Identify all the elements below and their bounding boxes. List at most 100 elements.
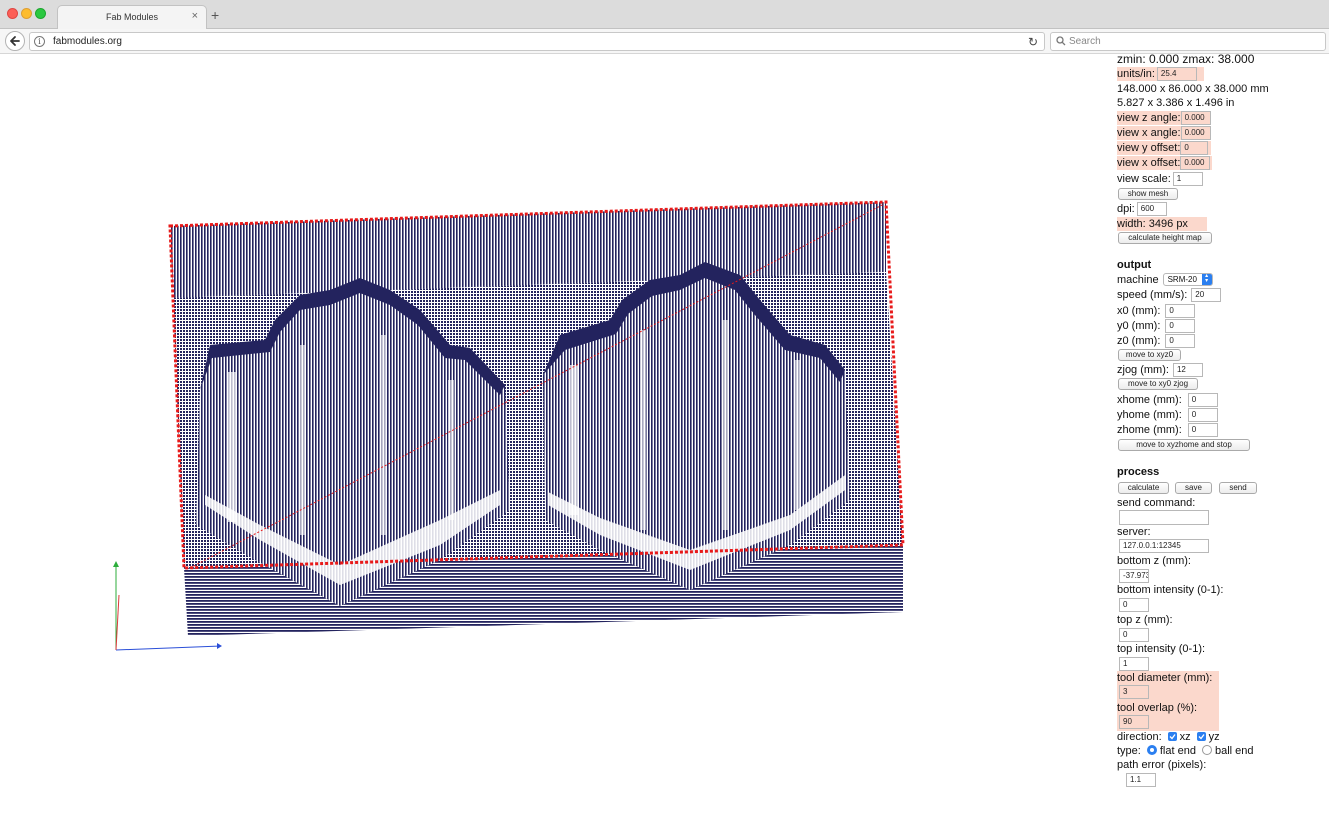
show-mesh-button[interactable]: show mesh xyxy=(1118,188,1178,200)
navigation-bar: i fabmodules.org ↻ xyxy=(0,29,1329,54)
dpi-input[interactable]: 600 xyxy=(1136,202,1167,216)
dpi-row: dpi: 600 xyxy=(1117,202,1167,216)
close-window-icon[interactable] xyxy=(7,8,18,19)
output-heading: output xyxy=(1117,259,1152,271)
tool-diameter-input[interactable]: 3 xyxy=(1119,685,1149,699)
ball-end-radio[interactable] xyxy=(1201,745,1212,756)
calculate-height-map-button[interactable]: calculate height map xyxy=(1118,232,1212,244)
bottom-intensity-input[interactable]: 0 xyxy=(1119,598,1149,612)
new-tab-icon[interactable]: + xyxy=(211,7,219,23)
tool-overlap-input[interactable]: 90 xyxy=(1119,715,1149,729)
back-arrow-icon xyxy=(10,36,20,46)
view-y-offset-label: view y offset: xyxy=(1117,142,1181,154)
machine-select[interactable]: SRM-20 ▴ ▾ xyxy=(1162,273,1213,286)
type-label: type: xyxy=(1117,745,1141,757)
tool-overlap-label: tool overlap (%): xyxy=(1117,701,1219,715)
select-arrows-icon: ▴ ▾ xyxy=(1201,273,1212,285)
speed-row: speed (mm/s): 20 xyxy=(1117,288,1222,302)
view-x-offset-row: view x offset: 0.000 xyxy=(1117,156,1212,170)
bottom-z-label: bottom z (mm): xyxy=(1117,555,1191,567)
back-button[interactable] xyxy=(5,31,25,51)
view-z-angle-input[interactable]: 0.000 xyxy=(1180,111,1211,125)
reload-icon[interactable]: ↻ xyxy=(1028,35,1038,49)
settings-panel: zmin: 0.000 zmax: 38.000 units/in: 25.4 1… xyxy=(1110,52,1329,819)
move-to-home-button[interactable]: move to xyzhome and stop xyxy=(1118,439,1250,451)
units-label: units/in: xyxy=(1117,68,1155,80)
machine-label: machine xyxy=(1117,274,1159,286)
view-scale-label: view scale: xyxy=(1117,173,1171,185)
top-z-label: top z (mm): xyxy=(1117,614,1173,626)
machine-row: machine SRM-20 ▴ ▾ xyxy=(1117,273,1213,287)
xhome-input[interactable]: 0 xyxy=(1187,393,1218,407)
move-to-xyz0-button[interactable]: move to xyz0 xyxy=(1118,349,1181,361)
flat-end-radio[interactable] xyxy=(1146,745,1157,756)
view-x-angle-label: view x angle: xyxy=(1117,127,1181,139)
yz-checkbox[interactable] xyxy=(1196,731,1206,741)
z0-input[interactable]: 0 xyxy=(1165,334,1196,348)
view-z-angle-label: view z angle: xyxy=(1117,112,1181,124)
size-mm-text: 148.000 x 86.000 x 38.000 mm xyxy=(1117,83,1269,95)
server-input[interactable]: 127.0.0.1:12345 xyxy=(1119,539,1209,553)
size-in-text: 5.827 x 3.386 x 1.496 in xyxy=(1117,97,1235,109)
search-bar[interactable] xyxy=(1050,32,1326,51)
zjog-label: zjog (mm): xyxy=(1117,364,1169,376)
mesh-viewport[interactable] xyxy=(0,55,1110,819)
send-button[interactable]: send xyxy=(1219,482,1257,494)
type-row: type: flat end ball end xyxy=(1117,744,1254,758)
browser-tab-bar: Fab Modules × + xyxy=(0,0,1329,30)
process-heading: process xyxy=(1117,466,1160,478)
zhome-row: zhome (mm): 0 xyxy=(1117,423,1218,437)
minimize-window-icon[interactable] xyxy=(21,8,32,19)
speed-input[interactable]: 20 xyxy=(1191,288,1222,302)
xhome-row: xhome (mm): 0 xyxy=(1117,393,1218,407)
z0-row: z0 (mm): 0 xyxy=(1117,334,1196,348)
browser-tab[interactable]: Fab Modules × xyxy=(57,5,207,30)
dpi-label: dpi: xyxy=(1117,203,1135,215)
send-command-input[interactable] xyxy=(1119,510,1209,525)
speed-label: speed (mm/s): xyxy=(1117,289,1188,301)
yhome-row: yhome (mm): 0 xyxy=(1117,408,1218,422)
zoom-window-icon[interactable] xyxy=(35,8,46,19)
address-bar[interactable]: i fabmodules.org ↻ xyxy=(29,32,1045,51)
units-row: units/in: 25.4 xyxy=(1117,67,1204,81)
top-intensity-input[interactable]: 1 xyxy=(1119,657,1149,671)
zhome-label: zhome (mm): xyxy=(1117,424,1182,436)
units-input[interactable]: 25.4 xyxy=(1156,67,1197,81)
top-z-input[interactable]: 0 xyxy=(1119,628,1149,642)
y0-input[interactable]: 0 xyxy=(1165,319,1196,333)
view-x-angle-input[interactable]: 0.000 xyxy=(1180,126,1211,140)
ball-end-label: ball end xyxy=(1214,745,1254,757)
save-button[interactable]: save xyxy=(1175,482,1212,494)
server-label: server: xyxy=(1117,526,1151,538)
z0-label: z0 (mm): xyxy=(1117,335,1161,347)
machine-select-value: SRM-20 xyxy=(1167,275,1197,284)
mesh-render[interactable] xyxy=(0,55,1110,819)
view-y-offset-input[interactable]: 0 xyxy=(1180,141,1209,155)
move-to-xy0-zjog-button[interactable]: move to xy0 zjog xyxy=(1118,378,1198,390)
width-text: width: 3496 px xyxy=(1117,217,1207,231)
yhome-label: yhome (mm): xyxy=(1117,409,1182,421)
tab-close-icon[interactable]: × xyxy=(192,10,198,22)
send-command-label: send command: xyxy=(1117,497,1196,509)
xz-checkbox[interactable] xyxy=(1167,731,1177,741)
search-input[interactable] xyxy=(1069,34,1319,49)
y0-row: y0 (mm): 0 xyxy=(1117,319,1196,333)
view-z-angle-row: view z angle: 0.000 xyxy=(1117,111,1211,125)
checkmark-icon xyxy=(1169,733,1176,740)
view-scale-input[interactable]: 1 xyxy=(1172,172,1203,186)
view-x-offset-input[interactable]: 0.000 xyxy=(1180,156,1211,170)
calculate-button[interactable]: calculate xyxy=(1118,482,1169,494)
path-error-input[interactable]: 1.1 xyxy=(1126,773,1156,787)
zjog-input[interactable]: 12 xyxy=(1172,363,1203,377)
url-text[interactable]: fabmodules.org xyxy=(53,36,122,47)
tab-title: Fab Modules xyxy=(105,12,159,22)
bottom-z-input[interactable]: -37.973 xyxy=(1119,569,1149,583)
yhome-input[interactable]: 0 xyxy=(1187,408,1218,422)
x0-row: x0 (mm): 0 xyxy=(1117,304,1196,318)
view-x-offset-label: view x offset: xyxy=(1117,157,1181,169)
info-icon[interactable]: i xyxy=(34,36,45,47)
zhome-input[interactable]: 0 xyxy=(1187,423,1218,437)
view-scale-row: view scale: 1 xyxy=(1117,172,1203,186)
x0-input[interactable]: 0 xyxy=(1165,304,1196,318)
yz-label: yz xyxy=(1208,731,1220,743)
